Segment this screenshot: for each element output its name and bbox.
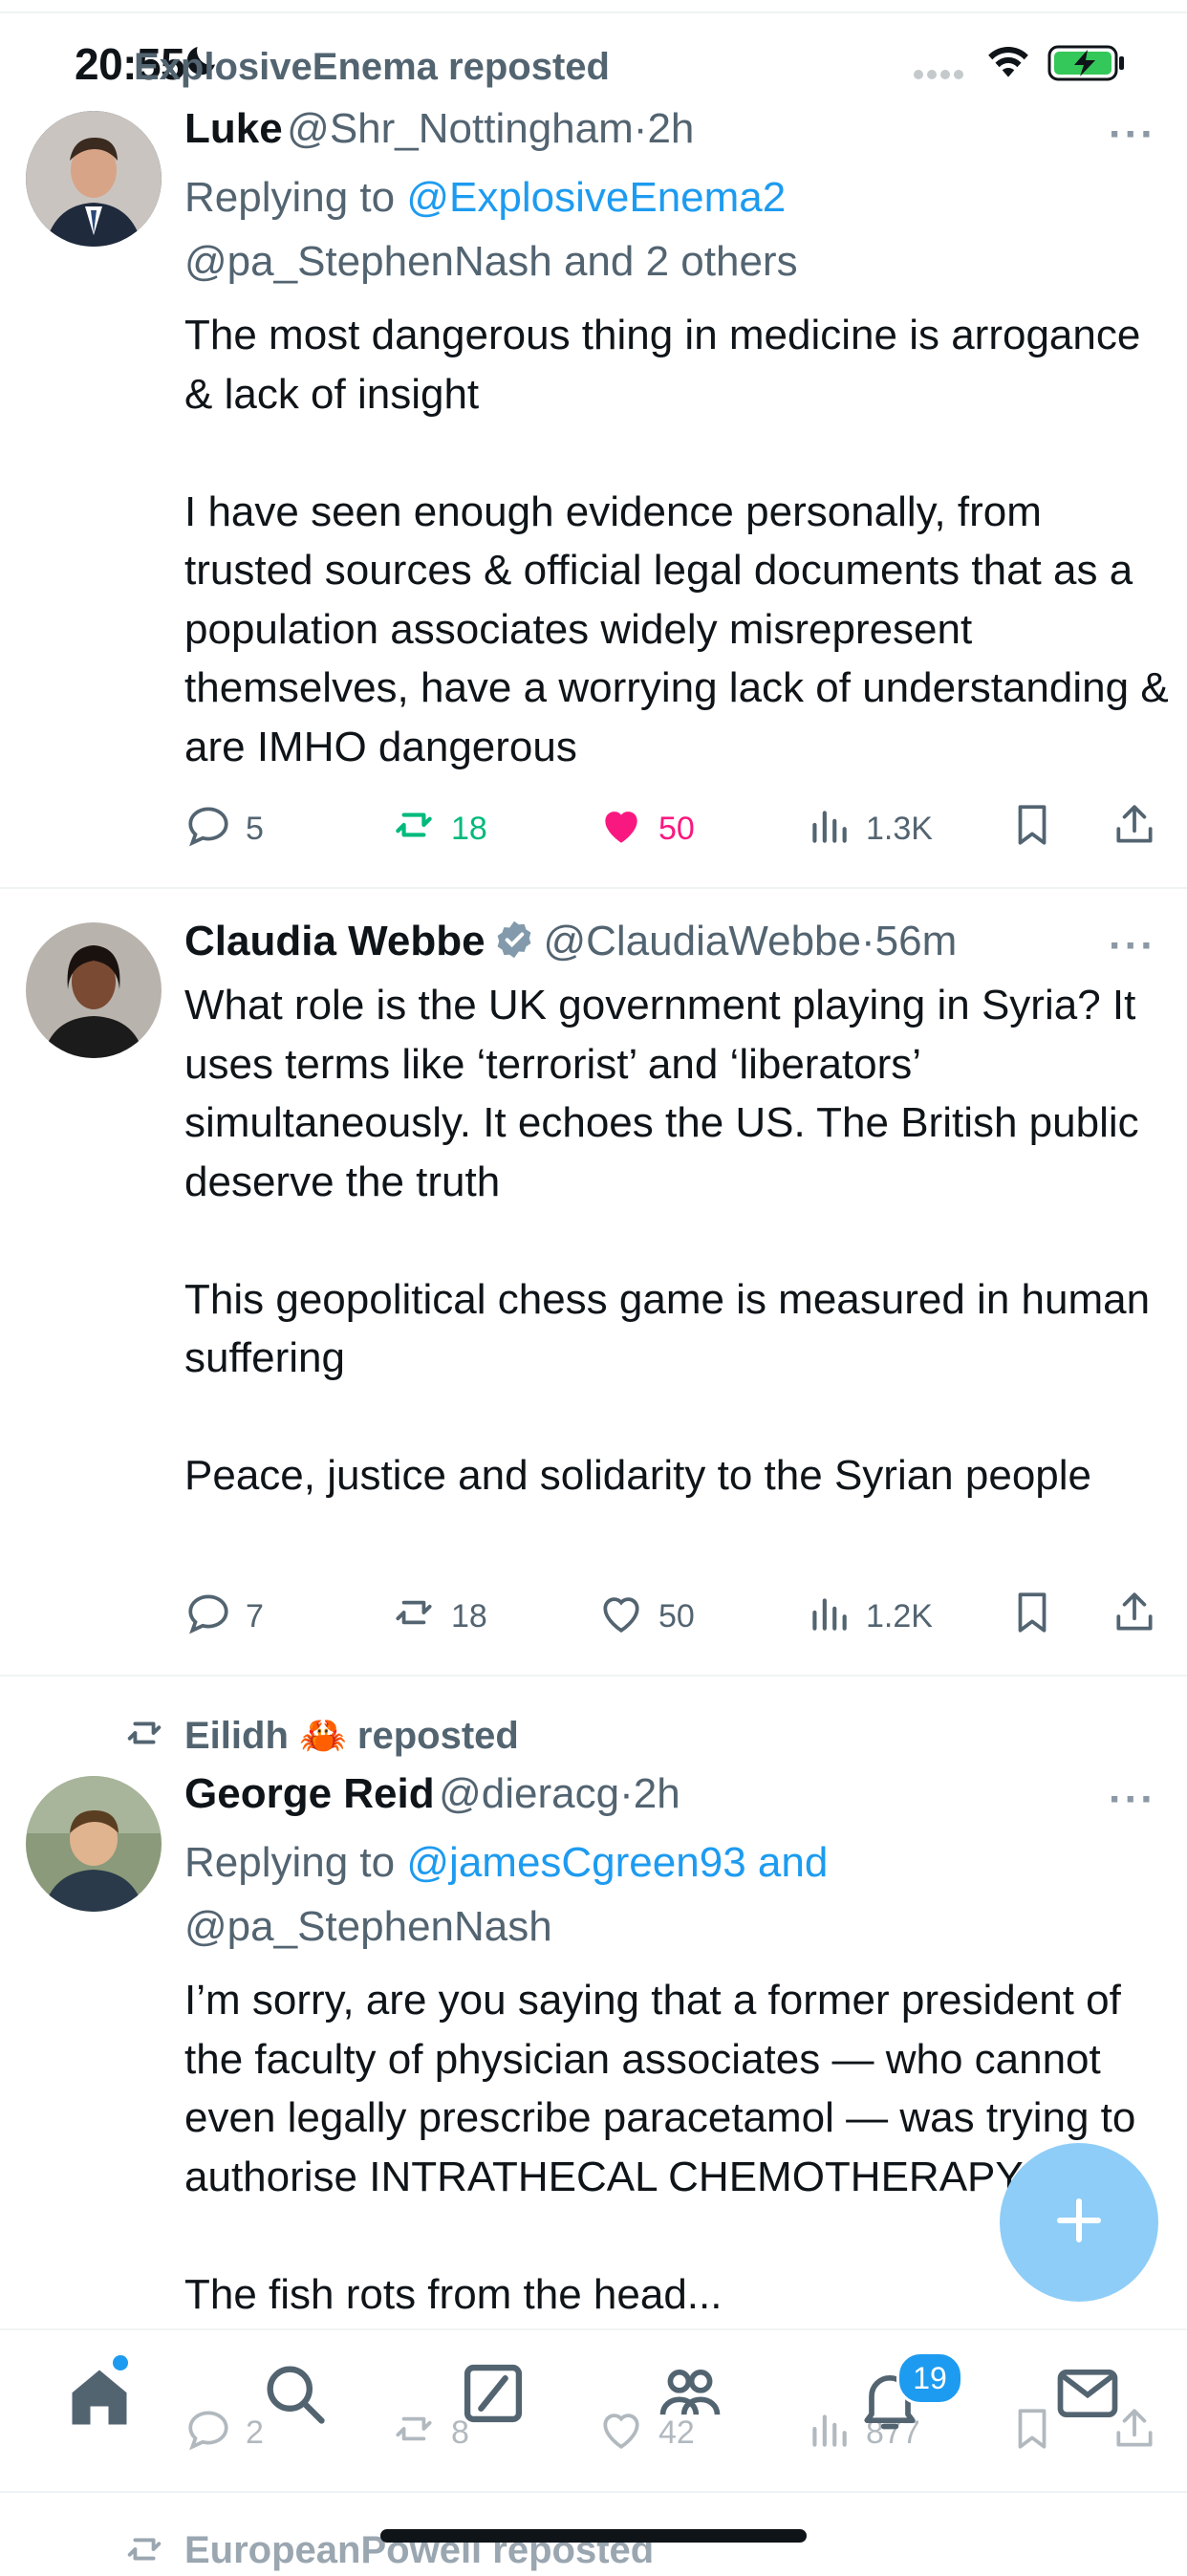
repost-count: 18 bbox=[451, 1598, 487, 1634]
compose-button[interactable] bbox=[1000, 2143, 1158, 2302]
wifi-icon bbox=[984, 42, 1032, 85]
like-button[interactable]: 50 bbox=[597, 1589, 695, 1645]
share-button[interactable] bbox=[1111, 1589, 1158, 1645]
repost-context[interactable]: Eilidh 🦀 reposted bbox=[184, 1713, 519, 1758]
reply-icon bbox=[184, 1589, 232, 1645]
repost-button[interactable]: 18 bbox=[390, 1589, 487, 1645]
more-icon[interactable]: ··· bbox=[1109, 111, 1156, 159]
like-count: 50 bbox=[658, 1598, 695, 1634]
meta-dot: · bbox=[633, 105, 648, 152]
repost-icon bbox=[390, 801, 438, 857]
meta-dot: · bbox=[860, 918, 875, 964]
reply-mention[interactable]: @pa_StephenNash bbox=[184, 1894, 552, 1959]
share-button[interactable] bbox=[1111, 801, 1158, 857]
reply-mention[interactable]: @pa_StephenNash and 2 others bbox=[184, 229, 798, 293]
share-icon bbox=[1111, 801, 1158, 857]
avatar[interactable] bbox=[26, 922, 162, 1058]
post-text: What role is the UK government playing i… bbox=[184, 982, 1151, 1499]
more-icon[interactable]: ··· bbox=[1109, 1776, 1156, 1824]
reply-count: 5 bbox=[246, 811, 264, 847]
author-handle[interactable]: @ClaudiaWebbe bbox=[543, 918, 861, 964]
meta-dot: · bbox=[619, 1770, 634, 1817]
reply-button[interactable]: 7 bbox=[184, 1589, 264, 1645]
like-icon bbox=[597, 1589, 645, 1645]
post-time[interactable]: 2h bbox=[634, 1770, 680, 1817]
reply-mention[interactable]: @jamesCgreen93 and bbox=[406, 1839, 828, 1886]
cellular-signal-icon bbox=[913, 57, 968, 85]
avatar[interactable] bbox=[26, 111, 162, 247]
notifications-badge: 19 bbox=[896, 2351, 963, 2405]
author-name[interactable]: Luke bbox=[184, 105, 283, 152]
like-count: 50 bbox=[658, 811, 695, 847]
tab-bar bbox=[0, 2328, 1187, 2483]
verified-badge-icon bbox=[493, 919, 535, 965]
bookmark-icon bbox=[1008, 801, 1056, 857]
post-text: The most dangerous thing in medicine is … bbox=[184, 312, 1169, 770]
home-icon[interactable] bbox=[63, 2361, 136, 2438]
author-name[interactable]: Claudia Webbe bbox=[184, 918, 486, 964]
post-divider bbox=[0, 2491, 1187, 2493]
views-icon bbox=[805, 1589, 852, 1645]
views-count: 1.2K bbox=[866, 1598, 933, 1634]
views-count: 1.3K bbox=[866, 811, 933, 847]
reply-prefix: Replying to bbox=[184, 174, 396, 221]
post-divider bbox=[0, 1675, 1187, 1677]
views-button[interactable]: 1.3K bbox=[805, 801, 933, 857]
repost-context[interactable]: ExplosiveEnema reposted bbox=[134, 46, 610, 89]
reply-context: Replying to @ExplosiveEnema2 bbox=[184, 165, 786, 229]
reply-prefix: Replying to bbox=[184, 1839, 396, 1886]
battery-charging-icon bbox=[1047, 44, 1126, 87]
repost-context-icon bbox=[122, 1711, 166, 1760]
reply-context: Replying to @jamesCgreen93 and bbox=[184, 1830, 828, 1894]
reply-mention[interactable]: @ExplosiveEnema2 bbox=[406, 174, 786, 221]
communities-icon[interactable] bbox=[654, 2357, 726, 2435]
share-icon bbox=[1111, 1589, 1158, 1645]
post-time[interactable]: 2h bbox=[647, 105, 694, 152]
top-divider bbox=[0, 11, 1187, 13]
more-icon[interactable]: ··· bbox=[1109, 922, 1156, 970]
new-posts-dot bbox=[113, 2355, 128, 2370]
views-button[interactable]: 1.2K bbox=[805, 1589, 933, 1645]
reply-icon bbox=[184, 801, 232, 857]
reply-count: 7 bbox=[246, 1598, 264, 1634]
repost-context-icon bbox=[122, 2527, 166, 2576]
like-icon bbox=[597, 801, 645, 857]
author-name[interactable]: George Reid bbox=[184, 1770, 435, 1817]
reply-button[interactable]: 5 bbox=[184, 801, 264, 857]
bookmark-icon bbox=[1008, 1589, 1056, 1645]
grok-icon[interactable] bbox=[457, 2357, 529, 2435]
avatar[interactable] bbox=[26, 1776, 162, 1912]
search-icon[interactable] bbox=[258, 2357, 331, 2435]
author-handle[interactable]: @Shr_Nottingham bbox=[287, 105, 634, 152]
compose-plus-icon bbox=[1050, 2192, 1108, 2254]
post-time[interactable]: 56m bbox=[875, 918, 958, 964]
post-divider bbox=[0, 887, 1187, 889]
messages-icon[interactable] bbox=[1051, 2357, 1124, 2435]
repost-icon bbox=[390, 1589, 438, 1645]
views-icon bbox=[805, 801, 852, 857]
bookmark-button[interactable] bbox=[1008, 801, 1056, 857]
author-handle[interactable]: @dieracg bbox=[439, 1770, 619, 1817]
bookmark-button[interactable] bbox=[1008, 1589, 1056, 1645]
repost-count: 18 bbox=[451, 811, 487, 847]
repost-button[interactable]: 18 bbox=[390, 801, 487, 857]
home-indicator[interactable] bbox=[380, 2529, 807, 2543]
like-button[interactable]: 50 bbox=[597, 801, 695, 857]
